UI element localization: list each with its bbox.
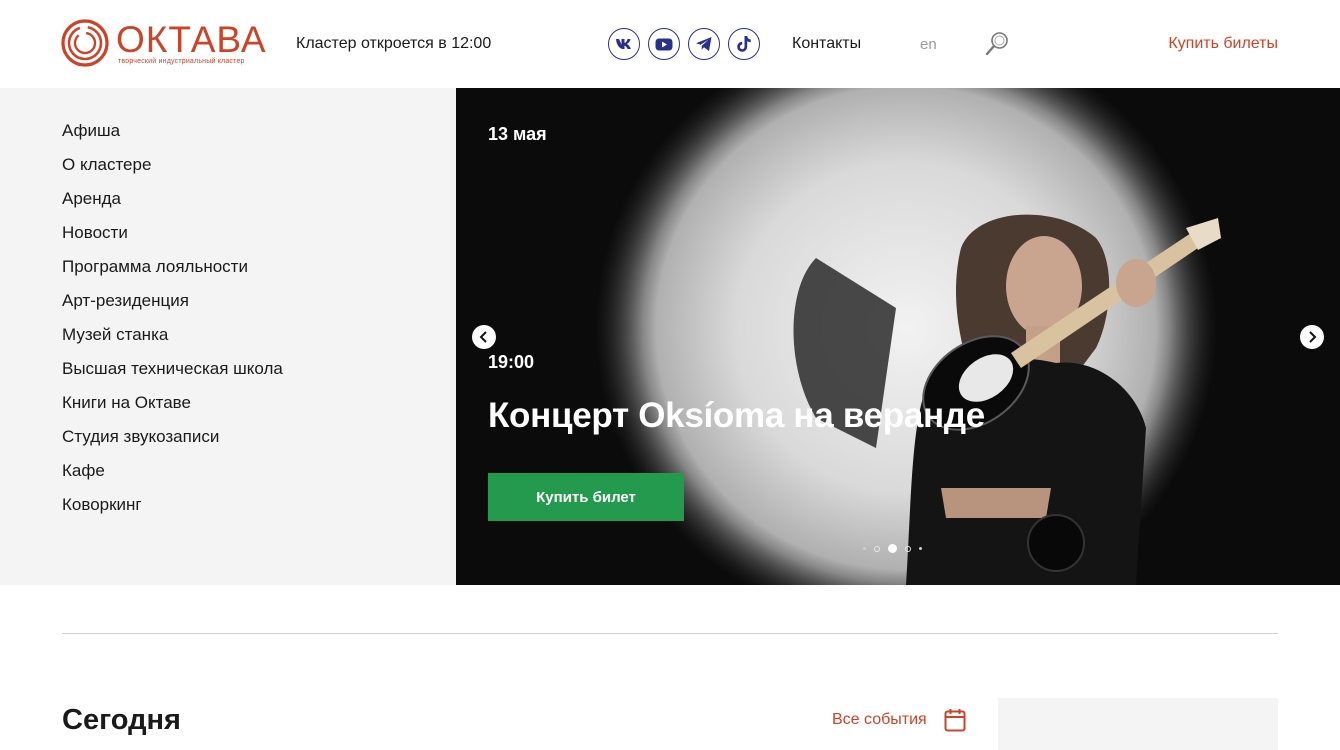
search-button[interactable]	[984, 30, 1010, 58]
menu-item-rent[interactable]: Аренда	[62, 182, 283, 216]
chevron-right-icon	[1309, 331, 1317, 343]
telegram-icon	[696, 37, 712, 51]
menu-item-cafe[interactable]: Кафе	[62, 454, 283, 488]
vk-icon	[616, 39, 631, 49]
social-links	[608, 28, 760, 60]
all-events-link[interactable]: Все события	[832, 711, 927, 729]
search-icon	[985, 32, 1008, 56]
menu-list: Афиша О кластере Аренда Новости Программ…	[62, 114, 283, 522]
menu-item-loyalty[interactable]: Программа лояльности	[62, 250, 283, 284]
today-heading: Сегодня	[62, 704, 181, 736]
slide-dot[interactable]	[863, 547, 866, 550]
event-time: 19:00	[488, 352, 535, 372]
site-header: ОКТАВА творческий индустриальный кластер…	[0, 0, 1340, 88]
buy-ticket-button[interactable]: Купить билет	[488, 473, 684, 521]
slider-pagination	[863, 544, 922, 553]
hero-slider: 13 мая 19:00 Концерт Oksíoma на веранде …	[456, 88, 1340, 585]
slide-dot[interactable]	[874, 545, 880, 552]
logo-wordmark: ОКТАВА	[116, 19, 267, 60]
next-slide-button[interactable]	[1300, 325, 1324, 349]
logo-tagline: творческий индустриальный кластер	[118, 58, 245, 65]
menu-item-art-residence[interactable]: Арт-резиденция	[62, 284, 283, 318]
slide-dot-active[interactable]	[888, 544, 897, 553]
side-card	[998, 698, 1278, 750]
menu-item-afisha[interactable]: Афиша	[62, 114, 283, 148]
contacts-link[interactable]: Контакты	[792, 35, 861, 53]
menu-item-coworking[interactable]: Коворкинг	[62, 488, 283, 522]
buy-tickets-link[interactable]: Купить билеты	[1168, 35, 1278, 53]
tiktok-icon	[737, 36, 751, 52]
logo-rings-icon	[61, 19, 109, 67]
youtube-link[interactable]	[648, 28, 680, 60]
vk-link[interactable]	[608, 28, 640, 60]
menu-item-news[interactable]: Новости	[62, 216, 283, 250]
menu-item-books[interactable]: Книги на Октаве	[62, 386, 283, 420]
menu-item-tech-school[interactable]: Высшая техническая школа	[62, 352, 283, 386]
logo[interactable]: ОКТАВА творческий индустриальный кластер	[61, 18, 266, 70]
language-switch[interactable]: en	[920, 36, 937, 53]
event-date: 13 мая	[488, 124, 547, 144]
event-title: Концерт Oksíoma на веранде	[488, 396, 985, 435]
slide-dot[interactable]	[905, 545, 911, 552]
slide-dot[interactable]	[919, 547, 922, 550]
chevron-left-icon	[479, 331, 487, 343]
menu-item-recording-studio[interactable]: Студия звукозаписи	[62, 420, 283, 454]
opening-hours: Кластер откроется в 12:00	[296, 35, 492, 52]
prev-slide-button[interactable]	[472, 325, 496, 349]
section-divider	[62, 633, 1278, 634]
menu-item-about[interactable]: О кластере	[62, 148, 283, 182]
menu-item-machine-museum[interactable]: Музей станка	[62, 318, 283, 352]
calendar-icon[interactable]	[944, 708, 966, 732]
youtube-icon	[655, 38, 673, 50]
telegram-link[interactable]	[688, 28, 720, 60]
main-menu: Афиша О кластере Аренда Новости Программ…	[0, 88, 456, 585]
tiktok-link[interactable]	[728, 28, 760, 60]
